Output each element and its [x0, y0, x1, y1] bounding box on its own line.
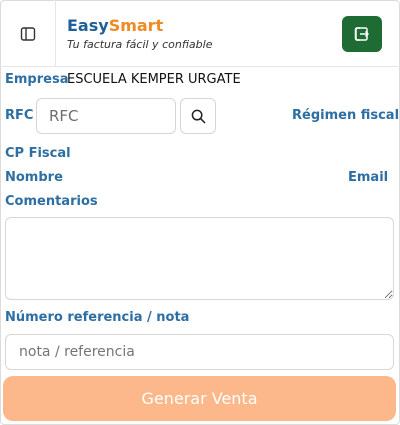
- cp-fiscal-label: CP Fiscal: [5, 146, 71, 161]
- rfc-label: RFC: [5, 108, 34, 123]
- comentarios-textarea[interactable]: [5, 217, 394, 300]
- nota-label: Número referencia / nota: [5, 310, 190, 325]
- comentarios-label: Comentarios: [5, 194, 98, 209]
- rfc-input[interactable]: [36, 98, 176, 134]
- brand-name-easy: Easy: [67, 16, 109, 35]
- brand-tagline: Tu factura fácil y confiable: [67, 38, 213, 51]
- logout-button[interactable]: [342, 16, 382, 52]
- sidebar-toggle-button[interactable]: [0, 0, 56, 67]
- rfc-search-button[interactable]: [180, 98, 216, 134]
- search-icon: [191, 109, 205, 123]
- regimen-fiscal-label: Régimen fiscal: [292, 108, 400, 123]
- empresa-value: ESCUELA KEMPER URGATE: [67, 72, 241, 87]
- brand-name: EasySmart: [67, 16, 212, 36]
- logout-icon: [354, 27, 370, 41]
- brand: EasySmart Tu factura fácil y confiable: [67, 16, 212, 51]
- nombre-label: Nombre: [5, 170, 63, 185]
- sidebar-toggle-icon: [20, 26, 35, 41]
- empresa-label: Empresa: [5, 72, 69, 87]
- nota-input[interactable]: [5, 334, 394, 370]
- email-label: Email: [348, 170, 389, 185]
- generar-venta-button[interactable]: Generar Venta: [3, 376, 396, 421]
- app-header: EasySmart Tu factura fácil y confiable: [0, 0, 400, 67]
- brand-name-smart: Smart: [108, 16, 164, 35]
